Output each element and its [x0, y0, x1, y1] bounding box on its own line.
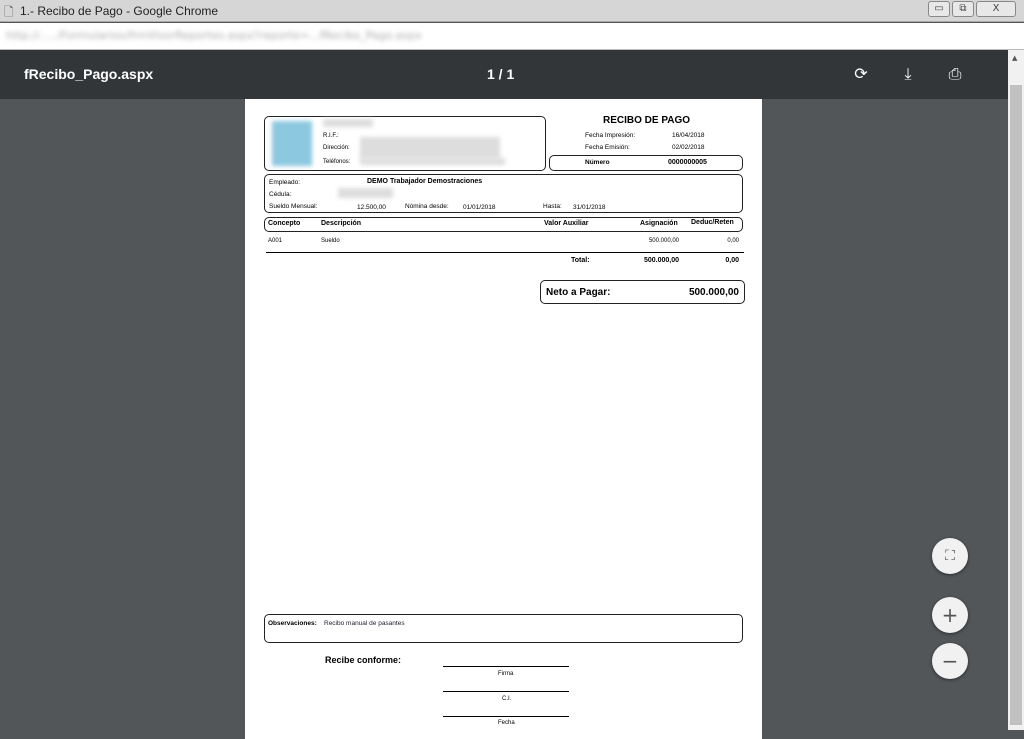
total-label: Total: [571, 257, 590, 264]
row-asignacion: 500.000,00 [648, 238, 679, 244]
empleado-label: Empleado: [269, 179, 301, 186]
fecha-line [443, 716, 569, 717]
neto-label: Neto a Pagar: [546, 287, 611, 298]
col-descripcion: Descripción [321, 220, 362, 227]
observaciones-box [264, 614, 743, 643]
employee-box [264, 174, 743, 213]
direccion-label: Dirección: [323, 145, 350, 151]
close-button[interactable]: X [976, 1, 1016, 17]
restore-button[interactable]: ⧉ [952, 1, 974, 17]
file-name: fRecibo_Pago.aspx [24, 66, 154, 82]
cedula-label: Cédula: [269, 191, 292, 198]
pdf-toolbar: fRecibo_Pago.aspx 1 / 1 ⟳ ⤓ ⎙ [0, 50, 1008, 99]
receipt-title: RECIBO DE PAGO [603, 115, 691, 126]
neto-value: 500.000,00 [688, 287, 739, 298]
col-valor-auxiliar: Valor Auxiliar [544, 220, 589, 227]
numero-value: 0000000005 [668, 159, 707, 166]
address-blurred [360, 137, 500, 159]
fecha-label: Fecha [498, 720, 515, 726]
address-bar[interactable]: http://...../Formularios/frmVisorReporte… [0, 23, 1024, 50]
print-icon[interactable]: ⎙ [944, 63, 966, 85]
fecha-impresion-value: 16/04/2018 [672, 132, 705, 139]
hasta-value: 31/01/2018 [573, 204, 606, 211]
row-concepto: A001 [268, 238, 283, 244]
zoom-in-button[interactable]: + [932, 597, 968, 633]
col-deduc-reten: Deduc/Reten [691, 219, 734, 226]
rotate-icon[interactable]: ⟳ [850, 63, 872, 85]
fecha-emision-value: 02/02/2018 [672, 144, 705, 151]
numero-label: Número [585, 159, 610, 166]
company-name-blurred [323, 119, 373, 127]
url-text: http://...../Formularios/frmVisorReporte… [6, 29, 422, 42]
recibe-conforme-label: Recibe conforme: [325, 655, 402, 665]
scroll-up-icon[interactable]: ▲ [1012, 54, 1017, 62]
page-indicator: 1 / 1 [487, 66, 515, 82]
sueldo-value: 12.500,00 [357, 204, 386, 211]
nomina-desde-label: Nómina desde: [405, 203, 449, 210]
page-icon: 🗋 [4, 5, 14, 19]
pdf-page: R.I.F.: Dirección: Teléfonos: RECIBO DE … [245, 99, 762, 739]
numero-box [549, 155, 743, 171]
fecha-emision-label: Fecha Emisión: [585, 144, 630, 151]
cedula-blurred [338, 188, 393, 198]
ci-line [443, 691, 569, 692]
total-deduccion: 0,00 [725, 257, 739, 264]
row-descripcion: Sueldo [321, 238, 340, 244]
observaciones-value: Recibo manual de pasantes [324, 620, 405, 627]
rif-label: R.I.F.: [323, 133, 339, 139]
fit-page-button[interactable]: ⛶ [932, 538, 968, 574]
col-asignacion: Asignación [640, 220, 678, 227]
empleado-value: DEMO Trabajador Demostraciones [367, 178, 483, 185]
firma-line [443, 666, 569, 667]
firma-label: Firma [498, 671, 514, 677]
nomina-desde-value: 01/01/2018 [463, 204, 496, 211]
fecha-impresion-label: Fecha Impresión: [585, 132, 636, 139]
phones-blurred [360, 158, 505, 165]
company-logo [272, 121, 312, 166]
table-divider [266, 252, 744, 253]
minimize-button[interactable]: ▭ [928, 1, 950, 17]
zoom-out-button[interactable]: − [932, 643, 968, 679]
col-concepto: Concepto [268, 220, 301, 227]
ci-label: C.I. [502, 696, 512, 702]
scrollbar-thumb[interactable] [1010, 85, 1022, 725]
observaciones-label: Observaciones: [268, 620, 317, 627]
scrollbar[interactable]: ▲ [1008, 50, 1024, 730]
download-icon[interactable]: ⤓ [897, 63, 919, 85]
sueldo-label: Sueldo Mensual: [269, 203, 318, 210]
total-asignacion: 500.000,00 [643, 257, 679, 264]
window-titlebar: 🗋 1.- Recibo de Pago - Google Chrome ▭ ⧉… [0, 0, 1024, 22]
row-deduccion: 0,00 [727, 238, 739, 244]
hasta-label: Hasta: [543, 203, 562, 210]
telefonos-label: Teléfonos: [323, 159, 351, 165]
window-title: 1.- Recibo de Pago - Google Chrome [20, 4, 219, 18]
